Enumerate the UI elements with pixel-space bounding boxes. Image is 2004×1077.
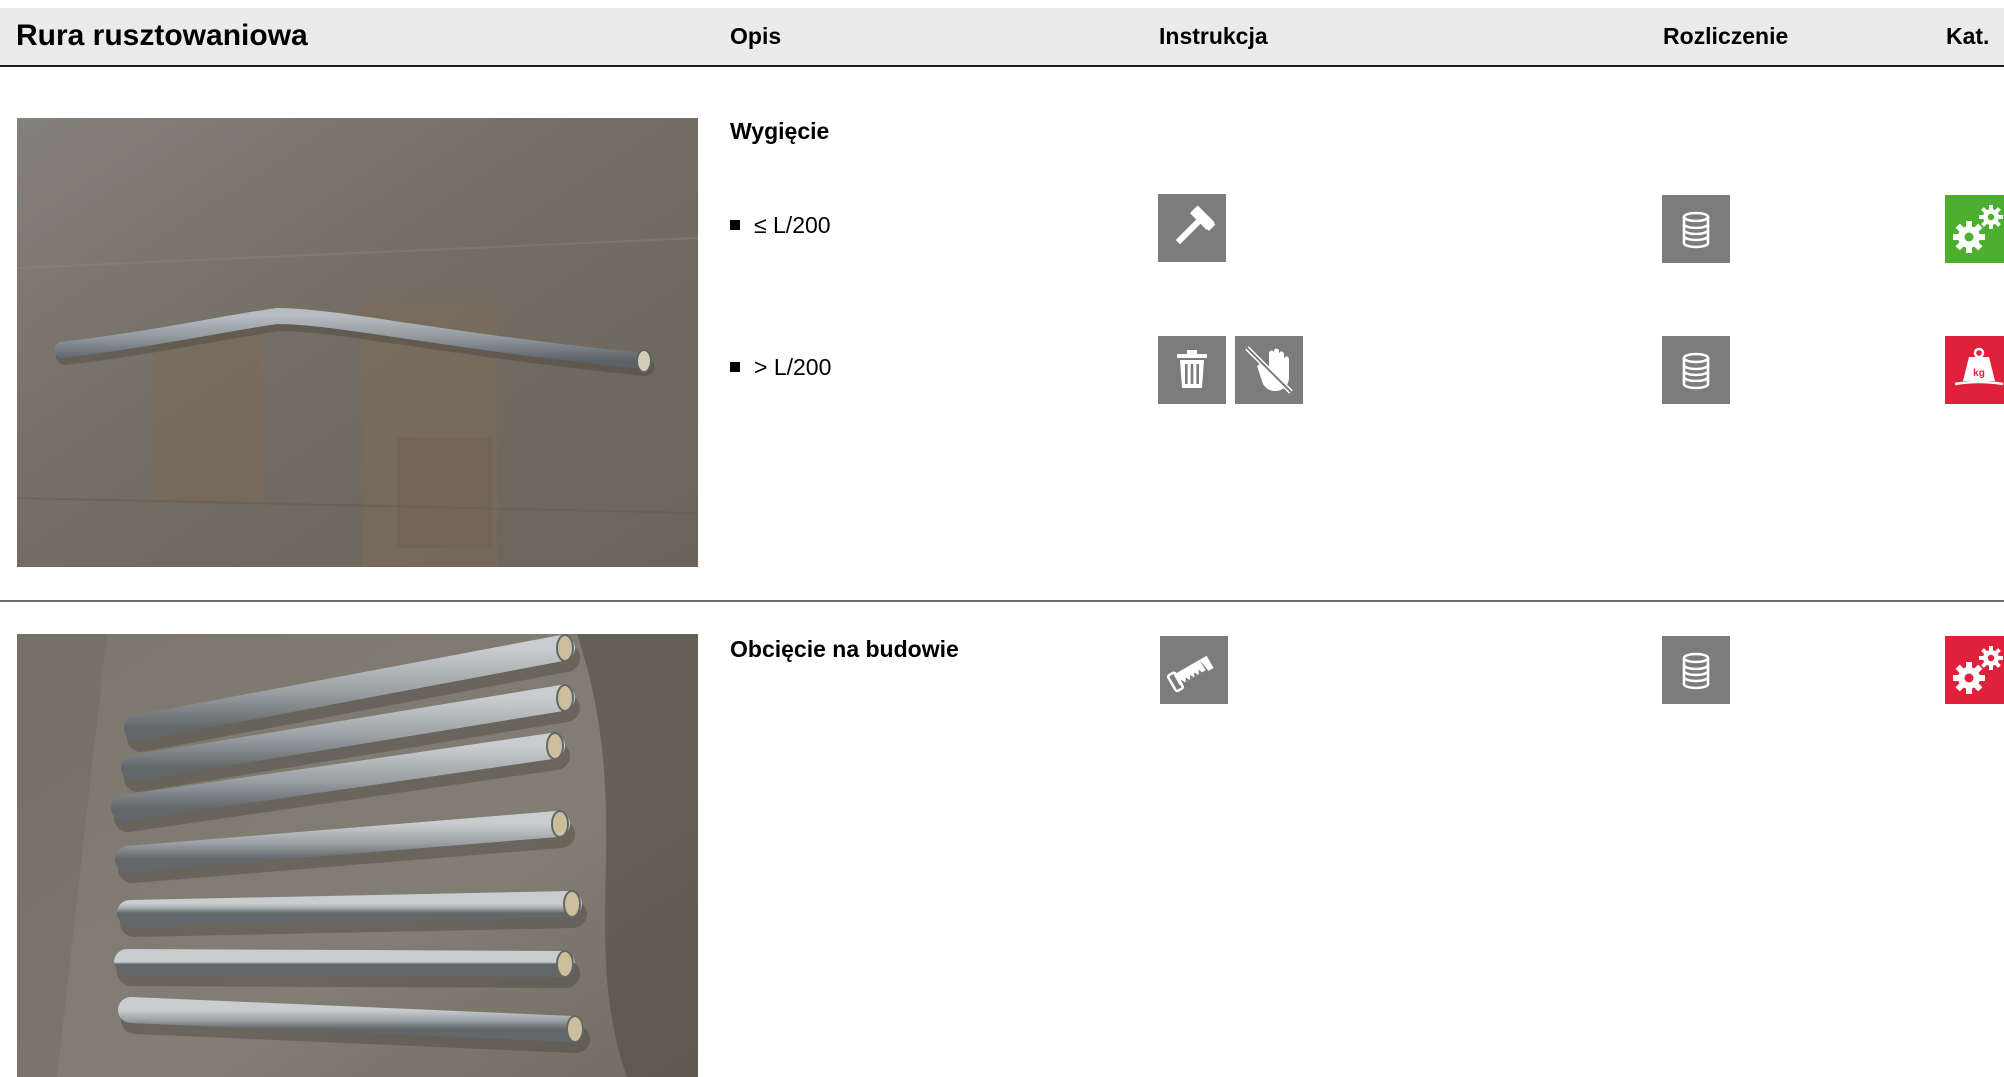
bullet-marker: [730, 220, 740, 230]
gears-icon: [1945, 195, 2004, 263]
list-item: ≤ L/200: [730, 211, 831, 239]
hammer-icon: [1158, 194, 1226, 262]
coin-stack-icon: [1662, 636, 1730, 704]
gears-icon: [1945, 636, 2004, 704]
column-header-opis: Opis: [730, 23, 782, 49]
trash-icon: [1158, 336, 1226, 404]
table-header: Rura rusztowaniowa Opis Instrukcja Rozli…: [0, 8, 2004, 67]
bent-tube-photo: [17, 118, 698, 567]
bullet-marker: [730, 362, 740, 372]
bend-limit-small-text: ≤ L/200: [754, 212, 831, 238]
weight-kg-icon: kg: [1945, 336, 2004, 404]
section-divider: [0, 600, 2004, 602]
bend-limit-large-text: > L/200: [754, 354, 832, 380]
saw-icon: [1160, 636, 1228, 704]
section-heading-wygiecie: Wygięcie: [730, 118, 830, 144]
list-item: > L/200: [730, 353, 831, 381]
page-title: Rura rusztowaniowa: [16, 19, 308, 52]
coin-stack-icon: [1662, 195, 1730, 263]
svg-text:kg: kg: [1973, 368, 1985, 379]
no-touch-hand-icon: [1235, 336, 1303, 404]
cut-tubes-photo: [17, 634, 698, 1077]
column-header-kat: Kat.: [1946, 23, 1990, 49]
column-header-rozliczenie: Rozliczenie: [1663, 23, 1789, 49]
section-heading-obciecie: Obcięcie na budowie: [730, 636, 959, 662]
coin-stack-icon: [1662, 336, 1730, 404]
column-header-instrukcja: Instrukcja: [1159, 23, 1268, 49]
